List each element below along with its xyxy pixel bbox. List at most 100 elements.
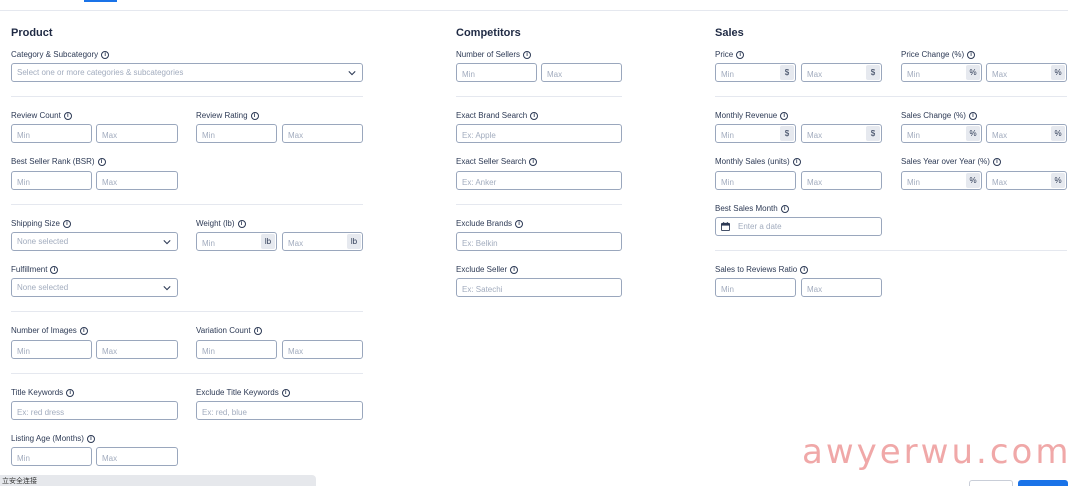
review-count-max-field[interactable] [97,127,177,144]
bsr-max-input[interactable] [96,171,178,191]
num-images-max-input[interactable] [96,340,178,360]
review-rating-min-field[interactable] [197,127,276,144]
sales-to-reviews-max-field[interactable] [802,281,881,298]
review-rating-max-input[interactable] [282,124,363,144]
exclude-brands-input[interactable] [456,232,622,252]
info-icon[interactable]: i [237,219,246,228]
info-icon[interactable]: i [780,204,789,213]
listing-age-min-input[interactable] [11,447,92,467]
weight-max-input[interactable]: lb [282,232,363,252]
price-change-label-text: Price Change (%) [901,50,965,59]
num-sellers-label: Number of Sellers i [456,50,532,59]
num-sellers-max-input[interactable] [541,63,622,83]
info-icon[interactable]: i [968,111,977,120]
num-sellers-min-input[interactable] [456,63,537,83]
monthly-sales-min-input[interactable] [715,171,796,191]
info-icon[interactable]: i [50,265,59,274]
variation-count-min-field[interactable] [197,343,276,360]
exclude-title-keywords-field[interactable] [197,404,362,421]
exclude-seller-input[interactable] [456,278,622,298]
variation-count-min-input[interactable] [196,340,277,360]
info-icon[interactable]: i [992,157,1001,166]
title-keywords-field[interactable] [12,404,177,421]
num-images-min-input[interactable] [11,340,92,360]
bsr-max-field[interactable] [97,174,177,191]
sales-to-reviews-min-field[interactable] [716,281,795,298]
price-change-max-input[interactable]: % [986,63,1067,83]
exact-brand-input[interactable] [456,124,622,144]
exclude-seller-field[interactable] [457,281,621,298]
bsr-min-input[interactable] [11,171,92,191]
info-icon[interactable]: i [86,434,95,443]
listing-age-min-field[interactable] [12,450,91,467]
info-icon[interactable]: i [736,50,745,59]
num-images-max-field[interactable] [97,343,177,360]
info-icon[interactable]: i [253,326,262,335]
num-images-min-field[interactable] [12,343,91,360]
exact-seller-input[interactable] [456,171,622,191]
variation-count-max-input[interactable] [282,340,363,360]
monthly-revenue-max-input[interactable]: $ [801,124,882,144]
shipping-size-select[interactable]: None selected [11,232,178,251]
info-icon[interactable]: i [792,157,801,166]
category-label: Category & Subcategory i [11,50,110,59]
weight-min-input[interactable]: lb [196,232,277,252]
review-count-min-field[interactable] [12,127,91,144]
sales-to-reviews-min-input[interactable] [715,278,796,298]
info-icon[interactable]: i [523,50,532,59]
monthly-sales-min-field[interactable] [716,174,795,191]
listing-age-max-field[interactable] [97,450,177,467]
num-sellers-max-field[interactable] [542,66,621,83]
info-icon[interactable]: i [62,219,71,228]
review-rating-max-field[interactable] [283,127,362,144]
info-icon[interactable]: i [967,50,976,59]
review-rating-label-text: Review Rating [196,111,248,120]
fulfillment-select[interactable]: None selected [11,278,178,297]
listing-age-max-input[interactable] [96,447,178,467]
exact-brand-field[interactable] [457,127,621,144]
info-icon[interactable]: i [529,157,538,166]
sales-change-min-input[interactable]: % [901,124,982,144]
info-icon[interactable]: i [510,265,519,274]
price-min-input[interactable]: $ [715,63,796,83]
info-icon[interactable]: i [250,111,259,120]
bsr-min-field[interactable] [12,174,91,191]
sales-to-reviews-max-input[interactable] [801,278,882,298]
sales-to-reviews-label-text: Sales to Reviews Ratio [715,265,798,274]
price-max-input[interactable]: $ [801,63,882,83]
title-keywords-input[interactable] [11,401,178,421]
exclude-brands-field[interactable] [457,235,621,252]
competitors-divider-1 [456,96,622,97]
info-icon[interactable]: i [79,326,88,335]
price-change-min-input[interactable]: % [901,63,982,83]
info-icon[interactable]: i [101,50,110,59]
category-select[interactable]: Select one or more categories & subcateg… [11,63,363,82]
review-count-min-input[interactable] [11,124,92,144]
monthly-revenue-min-input[interactable]: $ [715,124,796,144]
sales-yoy-min-input[interactable]: % [901,171,982,191]
info-icon[interactable]: i [515,219,524,228]
best-sales-month-date-input[interactable]: Enter a date [715,217,882,236]
review-count-max-input[interactable] [96,124,178,144]
monthly-sales-max-field[interactable] [802,174,881,191]
review-rating-min-input[interactable] [196,124,277,144]
product-divider-1 [11,96,363,97]
info-icon[interactable]: i [281,388,290,397]
sales-yoy-max-input[interactable]: % [986,171,1067,191]
info-icon[interactable]: i [97,157,106,166]
info-icon[interactable]: i [800,265,809,274]
variation-count-max-field[interactable] [283,343,362,360]
monthly-sales-max-input[interactable] [801,171,882,191]
num-sellers-min-field[interactable] [457,66,536,83]
category-select-placeholder: Select one or more categories & subcateg… [17,68,184,77]
info-icon[interactable]: i [530,111,539,120]
cancel-button[interactable] [969,480,1013,486]
info-icon[interactable]: i [63,111,72,120]
active-tab-indicator[interactable] [84,0,117,2]
exclude-title-keywords-input[interactable] [196,401,363,421]
exact-seller-field[interactable] [457,174,621,191]
info-icon[interactable]: i [66,388,75,397]
sales-change-max-input[interactable]: % [986,124,1067,144]
search-button[interactable] [1018,480,1068,486]
info-icon[interactable]: i [780,111,789,120]
